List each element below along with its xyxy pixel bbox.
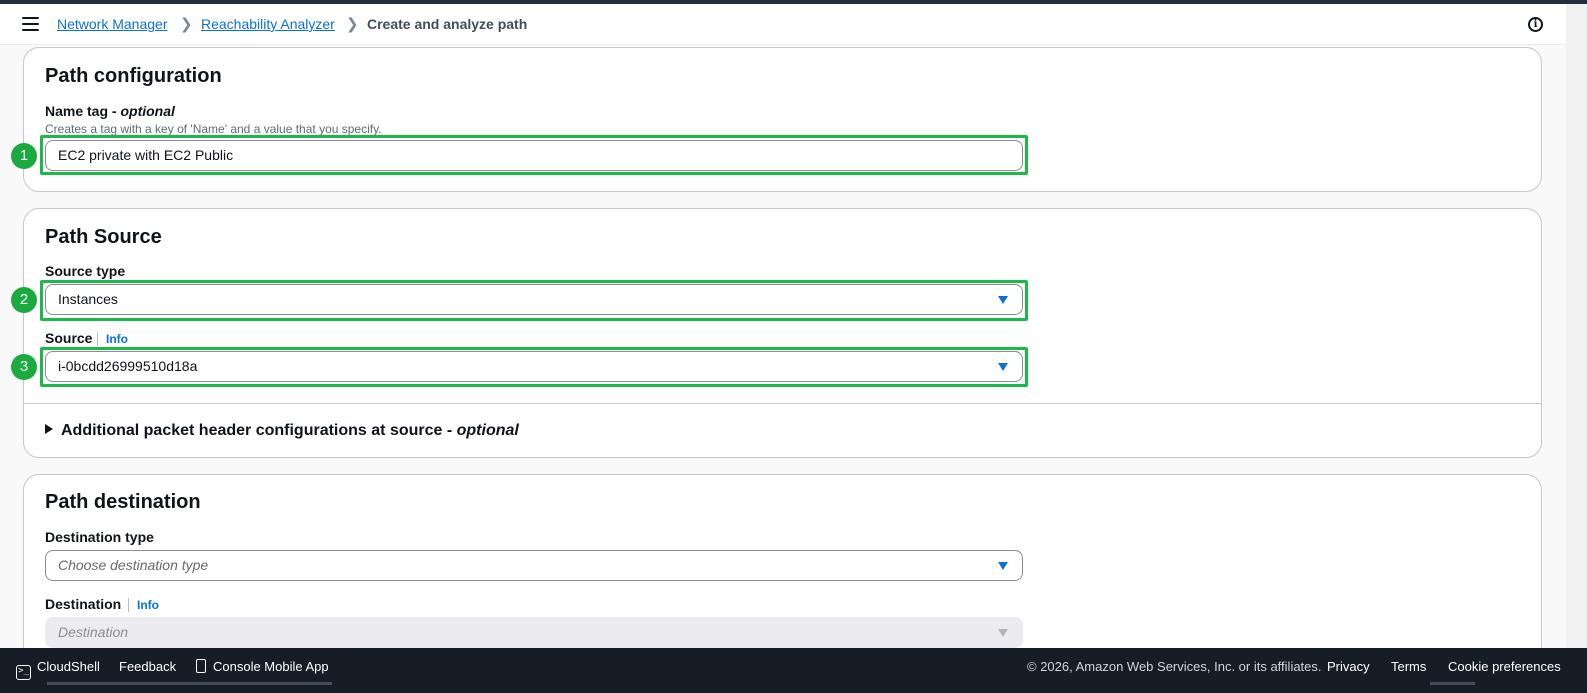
name-tag-description: Creates a tag with a key of 'Name' and a…	[45, 122, 382, 136]
destination-label: Destination	[45, 596, 122, 612]
destination-type-select[interactable]: Choose destination type	[45, 550, 1023, 581]
highlight-box	[40, 135, 1028, 175]
breadcrumb-reachability-analyzer[interactable]: Reachability Analyzer	[201, 16, 335, 32]
breadcrumb-current-page: Create and analyze path	[367, 16, 528, 32]
privacy-link[interactable]: Privacy	[1327, 659, 1370, 674]
optional-tag: optional	[120, 103, 175, 119]
mobile-phone-icon	[196, 659, 206, 673]
section-title: Path Source	[45, 226, 162, 248]
source-type-label: Source type	[45, 263, 126, 279]
name-tag-label: Name tag - optional	[45, 103, 175, 119]
divider	[24, 403, 1541, 404]
destination-type-placeholder: Choose destination type	[58, 557, 209, 573]
source-info-link[interactable]: Info	[97, 332, 128, 346]
breadcrumb-network-manager[interactable]: Network Manager	[57, 16, 168, 32]
taskbar-strip	[47, 682, 332, 685]
source-label: Source	[45, 330, 93, 346]
console-mobile-app-link[interactable]: Console Mobile App	[196, 659, 329, 674]
destination-type-label: Destination type	[45, 529, 154, 545]
taskbar-strip	[1430, 682, 1475, 685]
step-marker: 2	[11, 287, 37, 313]
caret-down-icon	[998, 629, 1008, 637]
section-title: Path destination	[45, 491, 201, 513]
highlight-box	[40, 280, 1028, 321]
path-destination-panel: Path destination Destination type Choose…	[23, 474, 1542, 674]
info-icon[interactable]: i	[1528, 17, 1543, 32]
destination-info-link[interactable]: Info	[128, 598, 159, 612]
feedback-link[interactable]: Feedback	[119, 659, 176, 674]
chevron-right-icon: ❯	[180, 16, 193, 33]
cloudshell-icon: >_	[16, 665, 31, 680]
optional-tag: optional	[456, 422, 519, 439]
copyright-text: © 2026, Amazon Web Services, Inc. or its…	[1027, 659, 1322, 674]
menu-icon[interactable]	[22, 17, 39, 31]
destination-select: Destination	[45, 617, 1023, 648]
highlight-box	[40, 347, 1028, 387]
breadcrumb: Network Manager ❯ Reachability Analyzer …	[0, 4, 1566, 45]
console-footer: >_ CloudShell Feedback Console Mobile App…	[0, 648, 1587, 693]
cloudshell-button[interactable]: >_ CloudShell	[16, 659, 100, 680]
cookie-preferences-link[interactable]: Cookie preferences	[1448, 659, 1561, 674]
path-source-panel: Path Source Source type Instances Source…	[23, 208, 1542, 458]
destination-placeholder: Destination	[58, 624, 129, 640]
scrollbar[interactable]	[1566, 4, 1587, 648]
step-marker: 1	[11, 143, 37, 169]
terms-link[interactable]: Terms	[1391, 659, 1426, 674]
chevron-right-icon: ❯	[346, 16, 359, 33]
section-title: Path configuration	[45, 65, 222, 87]
additional-packet-header-expander[interactable]: Additional packet header configurations …	[45, 422, 519, 440]
caret-right-icon	[45, 424, 53, 434]
caret-down-icon	[998, 562, 1008, 570]
step-marker: 3	[11, 354, 37, 380]
